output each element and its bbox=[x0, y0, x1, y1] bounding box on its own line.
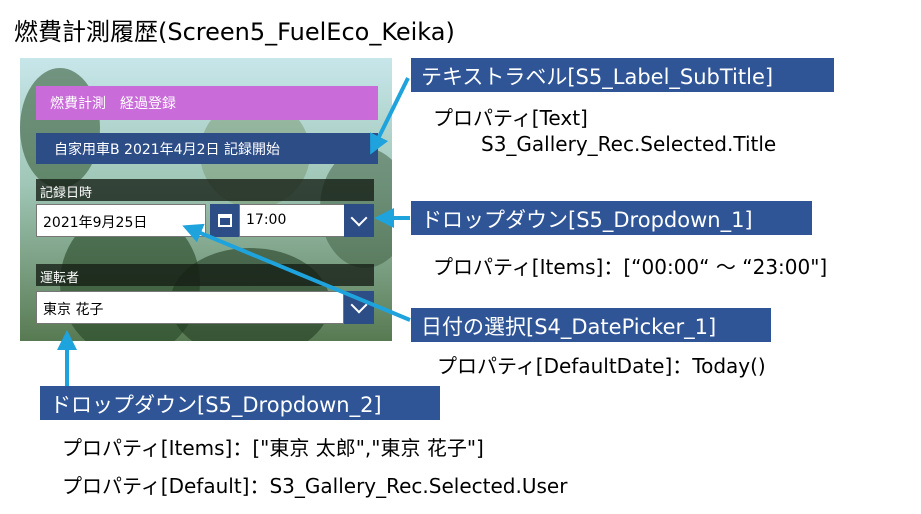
arrow-subtitle bbox=[370, 77, 410, 155]
property-items: プロパティ[Items]：["東京 太郎","東京 花子"] bbox=[62, 436, 484, 460]
property-default-date: プロパティ[DefaultDate]：Today() bbox=[437, 354, 766, 378]
callout-dropdown-2: ドロップダウン[S5_Dropdown_2] bbox=[40, 386, 440, 420]
property-value: S3_Gallery_Rec.Selected.Title bbox=[481, 132, 777, 156]
property-default: プロパティ[Default]：S3_Gallery_Rec.Selected.U… bbox=[62, 474, 568, 498]
callout-date-picker: 日付の選択[S4_DatePicker_1] bbox=[411, 308, 771, 342]
callout-dropdown-1: ドロップダウン[S5_Dropdown_1] bbox=[411, 201, 812, 235]
property-items: プロパティ[Items]：[“00:00“ ～ “23:00"] bbox=[433, 255, 828, 279]
property-text: プロパティ[Text] bbox=[433, 106, 588, 130]
arrow-date-picker bbox=[182, 223, 411, 322]
callout-subtitle-label: テキストラベル[S5_Label_SubTitle] bbox=[411, 58, 834, 92]
